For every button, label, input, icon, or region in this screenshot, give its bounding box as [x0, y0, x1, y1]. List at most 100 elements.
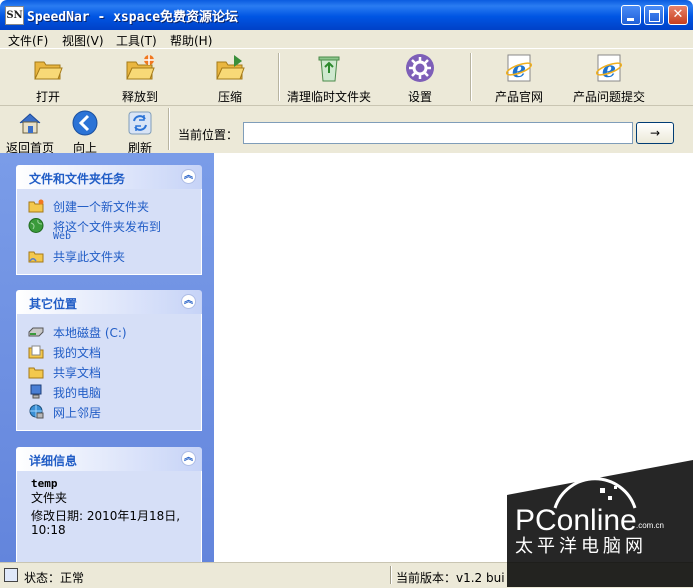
place-label: 网上邻居 — [53, 406, 102, 420]
new-folder-icon — [28, 199, 44, 213]
menu-view[interactable]: 视图(V) — [62, 32, 104, 49]
task-share-folder[interactable]: 共享此文件夹 — [17, 246, 201, 266]
place-my-computer[interactable]: 我的电脑 — [17, 382, 201, 402]
tasks-panel-body: 创建一个新文件夹 将这个文件夹发布到 Web 共享此文件夹 — [16, 189, 202, 275]
details-name: temp — [31, 477, 58, 490]
product-site-button[interactable]: e 产品官网 — [492, 53, 546, 104]
maximize-button[interactable] — [644, 5, 664, 25]
toolbar-separator — [470, 53, 472, 101]
place-label: 我的文档 — [53, 346, 102, 360]
open-button[interactable]: 打开 — [28, 53, 68, 104]
folder-extract-icon — [126, 55, 155, 80]
status-icon — [4, 568, 18, 582]
nav-separator — [168, 108, 170, 150]
details-panel-body: temp 文件夹 修改日期: 2010年1月18日, 10:18 — [16, 471, 202, 563]
version-text: 当前版本：v1.2 bui — [396, 571, 505, 585]
open-label: 打开 — [35, 90, 60, 104]
place-network[interactable]: 网上邻居 — [17, 402, 201, 422]
home-icon — [19, 113, 41, 134]
go-button[interactable]: → — [636, 122, 674, 144]
shared-folder-icon — [28, 367, 44, 379]
hard-drive-icon — [28, 327, 44, 337]
status-bar: 状态：正常 当前版本：v1.2 bui — [0, 562, 693, 588]
tasks-panel-header[interactable]: 文件和文件夹任务 ︽ — [16, 165, 202, 189]
menu-file[interactable]: 文件(F) — [8, 32, 48, 49]
details-panel-header[interactable]: 详细信息 ︽ — [16, 447, 202, 471]
svg-text:e: e — [512, 57, 526, 83]
my-documents-icon — [28, 345, 44, 359]
places-panel: 其它位置 ︽ 本地磁盘 (C:) 我的文档 共享文档 我的电脑 网上邻居 — [16, 290, 202, 431]
collapse-chevron-icon[interactable]: ︽ — [181, 169, 196, 184]
menu-tools[interactable]: 工具(T) — [116, 32, 157, 49]
address-input[interactable] — [243, 122, 633, 144]
collapse-chevron-icon[interactable]: ︽ — [181, 294, 196, 309]
minimize-button[interactable] — [621, 5, 641, 25]
place-local-disk[interactable]: 本地磁盘 (C:) — [17, 322, 201, 342]
status-text: 状态：正常 — [24, 571, 85, 585]
app-icon[interactable]: SN — [5, 6, 24, 25]
place-label: 共享文档 — [53, 366, 102, 380]
place-shared-documents[interactable]: 共享文档 — [17, 362, 201, 382]
shared-folder-icon — [28, 251, 44, 263]
places-panel-header[interactable]: 其它位置 ︽ — [16, 290, 202, 314]
release-button[interactable]: 释放到 — [116, 53, 164, 104]
computer-icon — [30, 384, 42, 399]
close-icon: ✕ — [672, 7, 684, 22]
ie-browser-icon: e — [505, 54, 533, 83]
clean-temp-button[interactable]: 清理临时文件夹 — [286, 53, 372, 104]
details-type: 文件夹 — [31, 491, 68, 505]
refresh-icon — [128, 111, 152, 135]
task-label-web: Web — [53, 231, 72, 242]
home-button[interactable]: 返回首页 — [5, 110, 55, 156]
settings-button[interactable]: 设置 — [402, 53, 438, 104]
tasks-panel: 文件和文件夹任务 ︽ 创建一个新文件夹 将这个文件夹发布到 Web 共享此文件夹 — [16, 165, 202, 275]
task-publish-web[interactable]: 将这个文件夹发布到 Web — [17, 216, 201, 246]
svg-text:e: e — [602, 57, 616, 83]
place-label: 我的电脑 — [53, 386, 102, 400]
refresh-button[interactable]: 刷新 — [125, 110, 155, 156]
close-button[interactable]: ✕ — [668, 5, 688, 25]
minimize-icon — [627, 18, 634, 21]
ie-browser-icon: e — [595, 54, 623, 83]
release-label: 释放到 — [121, 90, 158, 104]
menu-help[interactable]: 帮助(H) — [170, 32, 212, 49]
network-icon — [29, 404, 44, 419]
menu-bar: 文件(F) 视图(V) 工具(T) 帮助(H) — [0, 30, 693, 48]
tasks-panel-title: 文件和文件夹任务 — [29, 172, 126, 186]
globe-icon — [28, 218, 44, 233]
folder-compress-icon — [216, 55, 245, 80]
compress-button[interactable]: 压缩 — [210, 53, 250, 104]
places-panel-title: 其它位置 — [29, 297, 78, 311]
product-site-label: 产品官网 — [494, 90, 543, 104]
details-panel-title: 详细信息 — [29, 454, 78, 468]
place-my-documents[interactable]: 我的文档 — [17, 342, 201, 362]
title-bar: SN SpeedNar - xspace免费资源论坛 ✕ — [0, 0, 693, 30]
task-label: 共享此文件夹 — [53, 250, 126, 264]
up-button[interactable]: 向上 — [70, 110, 100, 156]
collapse-chevron-icon[interactable]: ︽ — [181, 451, 196, 466]
file-list-area[interactable] — [214, 153, 693, 562]
product-issue-label: 产品问题提交 — [572, 90, 645, 104]
task-pane: 文件和文件夹任务 ︽ 创建一个新文件夹 将这个文件夹发布到 Web 共享此文件夹… — [0, 153, 214, 563]
task-new-folder[interactable]: 创建一个新文件夹 — [17, 196, 201, 216]
details-modified-time: 10:18 — [31, 523, 66, 537]
folder-open-icon — [34, 61, 63, 80]
status-divider — [390, 566, 392, 584]
clean-temp-label: 清理临时文件夹 — [286, 90, 371, 104]
place-label: 本地磁盘 (C:) — [53, 326, 127, 340]
details-panel: 详细信息 ︽ temp 文件夹 修改日期: 2010年1月18日, 10:18 — [16, 447, 202, 563]
toolbar-separator — [278, 53, 280, 101]
settings-label: 设置 — [407, 90, 432, 104]
places-panel-body: 本地磁盘 (C:) 我的文档 共享文档 我的电脑 网上邻居 — [16, 314, 202, 431]
navigation-bar: 返回首页 向上 刷新 当前位置： → — [0, 105, 693, 156]
compress-label: 压缩 — [217, 90, 242, 104]
recycle-bin-icon — [318, 56, 340, 82]
arrow-right-icon: → — [649, 126, 661, 140]
window-title: SpeedNar - xspace免费资源论坛 — [27, 10, 239, 25]
back-arrow-icon — [72, 110, 98, 136]
maximize-icon — [649, 10, 660, 22]
task-label: 创建一个新文件夹 — [53, 200, 150, 214]
details-modified: 修改日期: 2010年1月18日, — [31, 509, 181, 523]
product-issue-button[interactable]: e 产品问题提交 — [572, 53, 646, 104]
gear-icon — [406, 54, 434, 82]
